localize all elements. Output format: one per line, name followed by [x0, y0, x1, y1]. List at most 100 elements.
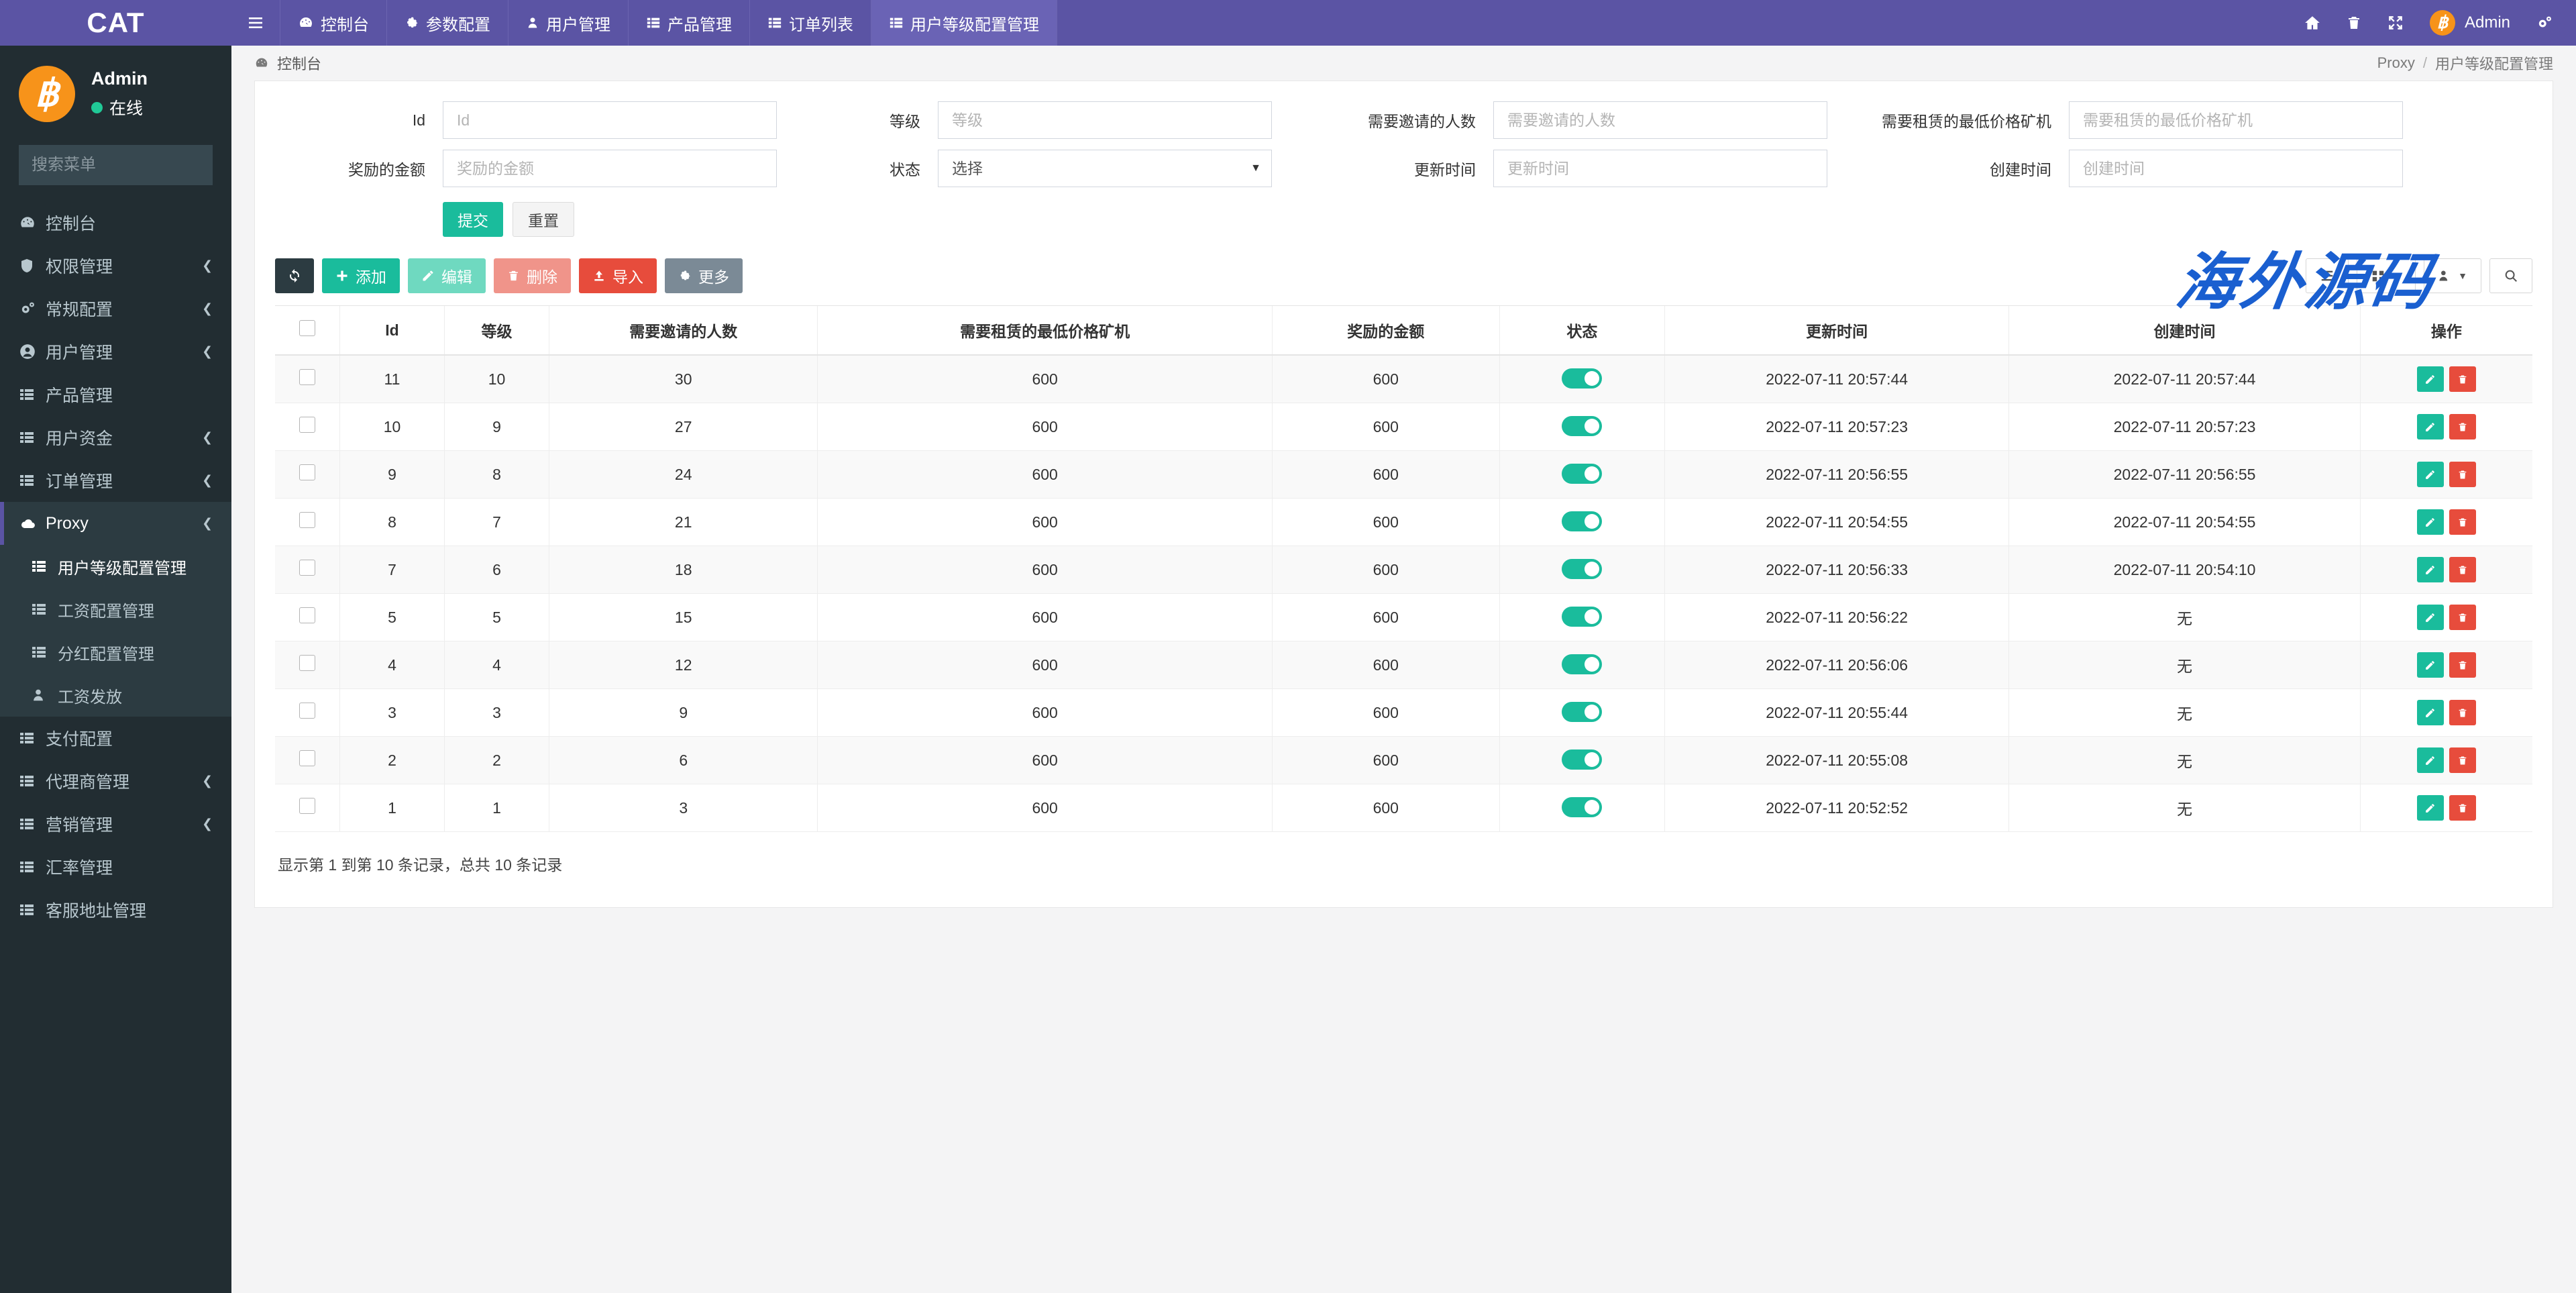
sidebar-item-user-management[interactable]: 用户管理 ❮ [0, 330, 231, 373]
topbar-user-menu[interactable]: ฿ Admin [2416, 10, 2524, 36]
tab-param-config[interactable]: 参数配置 [387, 0, 508, 46]
search-button[interactable] [2489, 258, 2532, 293]
row-edit-button[interactable] [2416, 557, 2444, 582]
sidebar-item-general-config[interactable]: 常规配置 ❮ [0, 287, 231, 330]
row-delete-button[interactable] [2449, 462, 2476, 487]
sidebar-item-dashboard[interactable]: 控制台 [0, 201, 231, 244]
sidebar-item-product-management[interactable]: 产品管理 [0, 373, 231, 416]
status-toggle[interactable] [1562, 368, 1603, 389]
row-delete-button[interactable] [2449, 557, 2476, 582]
status-toggle[interactable] [1562, 702, 1603, 722]
level-input[interactable] [938, 101, 1272, 139]
update-time-input[interactable] [1493, 150, 1827, 187]
table-row[interactable]: 8 7 21 600 600 2022-07-11 20:54:55 2022-07-11 … [275, 498, 2532, 546]
row-delete-button[interactable] [2449, 414, 2476, 439]
id-input[interactable] [443, 101, 777, 139]
more-button[interactable]: 更多 [665, 258, 743, 293]
sidebar-item-dividend-config[interactable]: 分红配置管理 [0, 631, 231, 674]
col-update-time[interactable]: 更新时间 [1664, 305, 2009, 356]
row-edit-button[interactable] [2416, 509, 2444, 535]
sidebar-item-order-management[interactable]: 订单管理 ❮ [0, 459, 231, 502]
brand-logo[interactable]: CAT [0, 0, 231, 46]
menu-search-input[interactable] [32, 156, 239, 174]
col-id[interactable]: Id [339, 305, 445, 356]
grid-columns-button[interactable]: ▼ [2357, 258, 2416, 293]
row-checkbox[interactable] [299, 798, 315, 814]
row-delete-button[interactable] [2449, 605, 2476, 630]
list-view-icon[interactable] [2306, 258, 2349, 293]
tab-product-management[interactable]: 产品管理 [629, 0, 750, 46]
home-icon[interactable] [2292, 0, 2333, 46]
import-button[interactable]: 导入 [579, 258, 657, 293]
submit-button[interactable]: 提交 [443, 202, 503, 237]
sidebar-item-marketing-management[interactable]: 营销管理 ❮ [0, 803, 231, 845]
col-create-time[interactable]: 创建时间 [2008, 305, 2361, 356]
table-row[interactable]: 2 2 6 600 600 2022-07-11 20:55:08 无 [275, 736, 2532, 784]
create-time-input[interactable] [2069, 150, 2403, 187]
status-toggle[interactable] [1562, 607, 1603, 627]
invite-count-input[interactable] [1493, 101, 1827, 139]
row-edit-button[interactable] [2416, 366, 2444, 392]
row-delete-button[interactable] [2449, 366, 2476, 392]
row-checkbox[interactable] [299, 607, 315, 623]
row-delete-button[interactable] [2449, 747, 2476, 773]
trash-icon[interactable] [2333, 0, 2375, 46]
row-checkbox[interactable] [299, 655, 315, 671]
min-rent-price-input[interactable] [2069, 101, 2403, 139]
row-edit-button[interactable] [2416, 700, 2444, 725]
row-edit-button[interactable] [2416, 747, 2444, 773]
sidebar-item-payment-config[interactable]: 支付配置 [0, 717, 231, 760]
sidebar-item-exchange-rate[interactable]: 汇率管理 [0, 845, 231, 888]
edit-button[interactable]: 编辑 [408, 258, 486, 293]
table-row[interactable]: 4 4 12 600 600 2022-07-11 20:56:06 无 [275, 641, 2532, 689]
row-edit-button[interactable] [2416, 652, 2444, 678]
row-delete-button[interactable] [2449, 652, 2476, 678]
row-checkbox[interactable] [299, 750, 315, 766]
reward-amount-input[interactable] [443, 150, 777, 187]
col-level[interactable]: 等级 [444, 305, 549, 356]
sidebar-search-box[interactable] [19, 145, 256, 185]
tab-dashboard[interactable]: 控制台 [280, 0, 387, 46]
col-reward[interactable]: 奖励的金额 [1271, 305, 1500, 356]
row-delete-button[interactable] [2449, 509, 2476, 535]
row-delete-button[interactable] [2449, 795, 2476, 821]
status-toggle[interactable] [1562, 559, 1603, 579]
table-row[interactable]: 10 9 27 600 600 2022-07-11 20:57:23 2022-07-11… [275, 403, 2532, 451]
table-row[interactable]: 9 8 24 600 600 2022-07-11 20:56:55 2022-07-11 … [275, 450, 2532, 499]
row-edit-button[interactable] [2416, 605, 2444, 630]
refresh-button[interactable] [275, 258, 314, 293]
table-row[interactable]: 11 10 30 600 600 2022-07-11 20:57:44 2022-07-1… [275, 355, 2532, 403]
row-checkbox[interactable] [299, 512, 315, 528]
col-min-price[interactable]: 需要租赁的最低价格矿机 [817, 305, 1273, 356]
fullscreen-icon[interactable] [2375, 0, 2416, 46]
table-row[interactable]: 3 3 9 600 600 2022-07-11 20:55:44 无 [275, 688, 2532, 737]
status-toggle[interactable] [1562, 464, 1603, 484]
tab-user-management[interactable]: 用户管理 [508, 0, 629, 46]
sidebar-item-permissions[interactable]: 权限管理 ❮ [0, 244, 231, 287]
status-toggle[interactable] [1562, 797, 1603, 817]
tab-order-list[interactable]: 订单列表 [750, 0, 871, 46]
row-edit-button[interactable] [2416, 795, 2444, 821]
sidebar-item-salary-payout[interactable]: 工资发放 [0, 674, 231, 717]
table-row[interactable]: 1 1 3 600 600 2022-07-11 20:52:52 无 [275, 784, 2532, 832]
status-toggle[interactable] [1562, 749, 1603, 770]
sidebar-item-salary-config[interactable]: 工资配置管理 [0, 588, 231, 631]
status-toggle[interactable] [1562, 416, 1603, 436]
add-button[interactable]: 添加 [322, 258, 400, 293]
reset-button[interactable]: 重置 [513, 202, 574, 237]
status-select[interactable]: 选择 [938, 150, 1272, 187]
tab-user-level-config[interactable]: 用户等级配置管理 [871, 0, 1057, 46]
status-toggle[interactable] [1562, 511, 1603, 531]
row-checkbox[interactable] [299, 703, 315, 719]
status-toggle[interactable] [1562, 654, 1603, 674]
table-row[interactable]: 7 6 18 600 600 2022-07-11 20:56:33 2022-07-11 … [275, 546, 2532, 594]
sidebar-item-proxy[interactable]: Proxy ❮ [0, 502, 231, 545]
gears-icon[interactable] [2524, 0, 2565, 46]
delete-button[interactable]: 删除 [494, 258, 571, 293]
sidebar-item-user-funds[interactable]: 用户资金 ❮ [0, 416, 231, 459]
col-status[interactable]: 状态 [1499, 305, 1665, 356]
breadcrumb-trail-proxy[interactable]: Proxy [2377, 54, 2415, 72]
sidebar-item-user-level-config[interactable]: 用户等级配置管理 [0, 545, 231, 588]
row-checkbox[interactable] [299, 417, 315, 433]
row-edit-button[interactable] [2416, 462, 2444, 487]
